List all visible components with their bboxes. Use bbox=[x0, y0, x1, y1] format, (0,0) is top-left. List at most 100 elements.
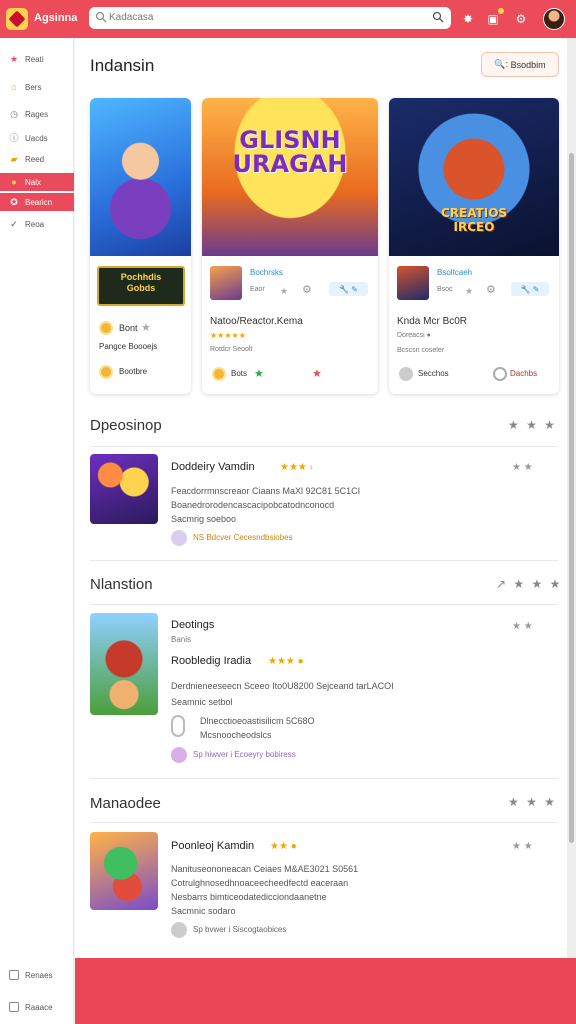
game-art-image bbox=[90, 98, 191, 256]
rating-stars: ★★ ● bbox=[270, 841, 297, 852]
game-title[interactable]: Roobledig Iradia bbox=[171, 655, 251, 667]
rating-stars: ★ ★ bbox=[512, 462, 533, 473]
power-icon bbox=[493, 367, 507, 381]
game-thumbnail[interactable] bbox=[90, 832, 158, 910]
game-title[interactable]: Deotings bbox=[171, 619, 214, 631]
bookmark-icon[interactable]: ✸ bbox=[460, 11, 476, 27]
gamepad-icon: ✪ bbox=[10, 197, 18, 207]
coin-icon bbox=[99, 321, 113, 335]
sidebar-item-reati[interactable]: ★ Reati bbox=[0, 50, 74, 68]
section-title: Manaodee bbox=[90, 795, 161, 812]
tools-pill[interactable]: 🔧 ✎ bbox=[329, 282, 368, 296]
game-art-title: GLISNH URAGAH bbox=[232, 126, 348, 178]
header-search-button[interactable]: 🔍: Bsodbim bbox=[481, 52, 559, 77]
game-category: Banis bbox=[171, 635, 192, 644]
game-art-title: CREATIOS IRCEO bbox=[440, 206, 508, 234]
settings-icon[interactable]: ⚙ bbox=[302, 284, 312, 296]
card-text: Bont bbox=[119, 323, 138, 333]
app-logo-icon[interactable] bbox=[6, 8, 28, 30]
page-title: Indansin bbox=[90, 56, 155, 75]
folder-icon: ▰ bbox=[10, 154, 18, 164]
coin-icon bbox=[99, 365, 113, 379]
notifications-icon[interactable]: ▣ bbox=[485, 8, 504, 27]
search-text: Kadacasa bbox=[109, 12, 154, 23]
game-description: Sacmnic sodaro bbox=[171, 906, 236, 916]
card-meta: Rotdcr Seoolt bbox=[210, 346, 253, 353]
divider bbox=[90, 446, 558, 447]
scrollbar[interactable] bbox=[567, 38, 576, 958]
featured-card-1[interactable]: Pochhdis Gobds Bont ★ Pangce Boooejs Boo… bbox=[90, 98, 191, 394]
sidebar-item-bers[interactable]: ⌂ Bers bbox=[0, 78, 74, 96]
user-icon bbox=[171, 530, 187, 546]
clock-icon: ◷ bbox=[10, 109, 18, 119]
home-icon: ⌂ bbox=[11, 82, 17, 92]
card-meta: Doreacsi ● bbox=[397, 332, 431, 339]
sidebar-item-renaes[interactable]: Renaes bbox=[0, 967, 74, 983]
top-bar: Agsinna Kadacasa ✸ ▣ ⚙ bbox=[0, 0, 576, 38]
game-description: Boanedrorodencascacipobcatodnconocd bbox=[171, 500, 335, 510]
rating-stars: ★ ★ ★ bbox=[508, 418, 557, 432]
star-icon: ★ bbox=[9, 54, 19, 64]
featured-card-3[interactable]: CREATIOS IRCEO Bsoltcaeh Bsoc ★ ⚙ 🔧 ✎ Kn… bbox=[389, 98, 559, 394]
divider bbox=[90, 822, 558, 823]
sidebar-item-rages[interactable]: ◷ Rages bbox=[0, 105, 74, 123]
rating-stars: ↗ ★ ★ ★ bbox=[496, 577, 563, 591]
section-title: Dpeosinop bbox=[90, 417, 162, 434]
scrollbar-thumb[interactable] bbox=[569, 153, 574, 843]
sidebar-item-reoa[interactable]: ✓ Reoa bbox=[0, 215, 74, 233]
rating-stars: ★★★ › bbox=[280, 462, 314, 473]
card-tag[interactable]: Bsoltcaeh bbox=[437, 268, 472, 277]
star-icon: ★ bbox=[280, 286, 289, 296]
search-input[interactable]: Kadacasa bbox=[89, 7, 451, 29]
game-description: Seamnic setbol bbox=[171, 697, 233, 707]
sidebar-item-raaace[interactable]: Raaace bbox=[0, 999, 74, 1015]
featured-card-2[interactable]: GLISNH URAGAH Bochrsks Eaor ★ ⚙ 🔧 ✎ Nato… bbox=[202, 98, 378, 394]
sidebar-item-nalx[interactable]: ● Nalx bbox=[0, 173, 74, 191]
lock-icon bbox=[171, 715, 185, 737]
sidebar-item-uacds[interactable]: ⓘ Uacds bbox=[0, 129, 74, 147]
game-link[interactable]: Sp bvwer i Siscogtaobices bbox=[193, 925, 286, 934]
card-footer-label[interactable]: Bots bbox=[231, 369, 247, 378]
notification-badge bbox=[498, 8, 504, 14]
box-icon bbox=[9, 1002, 19, 1012]
card-footer-action[interactable]: Dachbs bbox=[510, 369, 537, 378]
document-icon bbox=[9, 970, 19, 980]
card-sub: Bsoc bbox=[437, 286, 453, 293]
game-link[interactable]: Sp hiwver i Ecoeyry bobiress bbox=[193, 750, 296, 759]
game-description: Mcsnoocheodslcs bbox=[200, 730, 272, 740]
card-footer-label[interactable]: Secchos bbox=[418, 369, 449, 378]
game-title[interactable]: Doddeiry Vamdin bbox=[171, 461, 255, 473]
rating-stars: ★ ★ bbox=[512, 841, 533, 852]
settings-icon[interactable]: ⚙ bbox=[486, 284, 496, 296]
tools-pill[interactable]: 🔧 ✎ bbox=[511, 282, 549, 296]
card-tag[interactable]: Bochrsks bbox=[250, 268, 283, 277]
rating-stars: ★★★★★ bbox=[210, 331, 246, 340]
game-description: Dlnecctioeoastisilicm 5C68O bbox=[200, 716, 315, 726]
game-thumbnail[interactable] bbox=[90, 613, 158, 715]
check-icon: ✓ bbox=[10, 219, 18, 229]
coin-icon: ● bbox=[11, 177, 17, 187]
card-meta: Bcscsn coseler bbox=[397, 347, 445, 354]
search-submit-icon[interactable] bbox=[432, 11, 444, 23]
game-banner: Pochhdis Gobds bbox=[97, 266, 185, 306]
game-description: Nanituseononeacan Ceiaes M&AE3021 S0561 bbox=[171, 864, 359, 874]
user-avatar[interactable] bbox=[543, 8, 565, 30]
section-title: Nlanstion bbox=[90, 576, 153, 593]
game-title[interactable]: Poonleoj Kamdin bbox=[171, 840, 254, 852]
sidebar-item-reed[interactable]: ▰ Reed bbox=[0, 150, 74, 168]
game-thumbnail[interactable] bbox=[90, 454, 158, 524]
game-art-image: CREATIOS IRCEO bbox=[389, 98, 559, 256]
favorite-icon[interactable]: ★ bbox=[312, 368, 322, 380]
settings-icon[interactable]: ⚙ bbox=[513, 11, 529, 27]
sidebar-item-bearicn[interactable]: ✪ Bearicn bbox=[0, 193, 74, 211]
game-description: Derdnieneeseecn Sceeo Ito0U8200 Sejceand… bbox=[171, 681, 394, 691]
star-icon: ★ bbox=[254, 368, 264, 380]
divider bbox=[90, 560, 558, 561]
info-icon: ⓘ bbox=[9, 133, 19, 143]
card-footer-label[interactable]: Bootbre bbox=[119, 367, 147, 376]
game-art-image: GLISNH URAGAH bbox=[202, 98, 378, 256]
rating-stars: ★ ★ ★ bbox=[508, 795, 557, 809]
game-link[interactable]: NS Bdcver Cecesndbsiobes bbox=[193, 533, 293, 542]
rating-stars: ★★★ ● bbox=[268, 656, 304, 667]
user-icon bbox=[171, 922, 187, 938]
